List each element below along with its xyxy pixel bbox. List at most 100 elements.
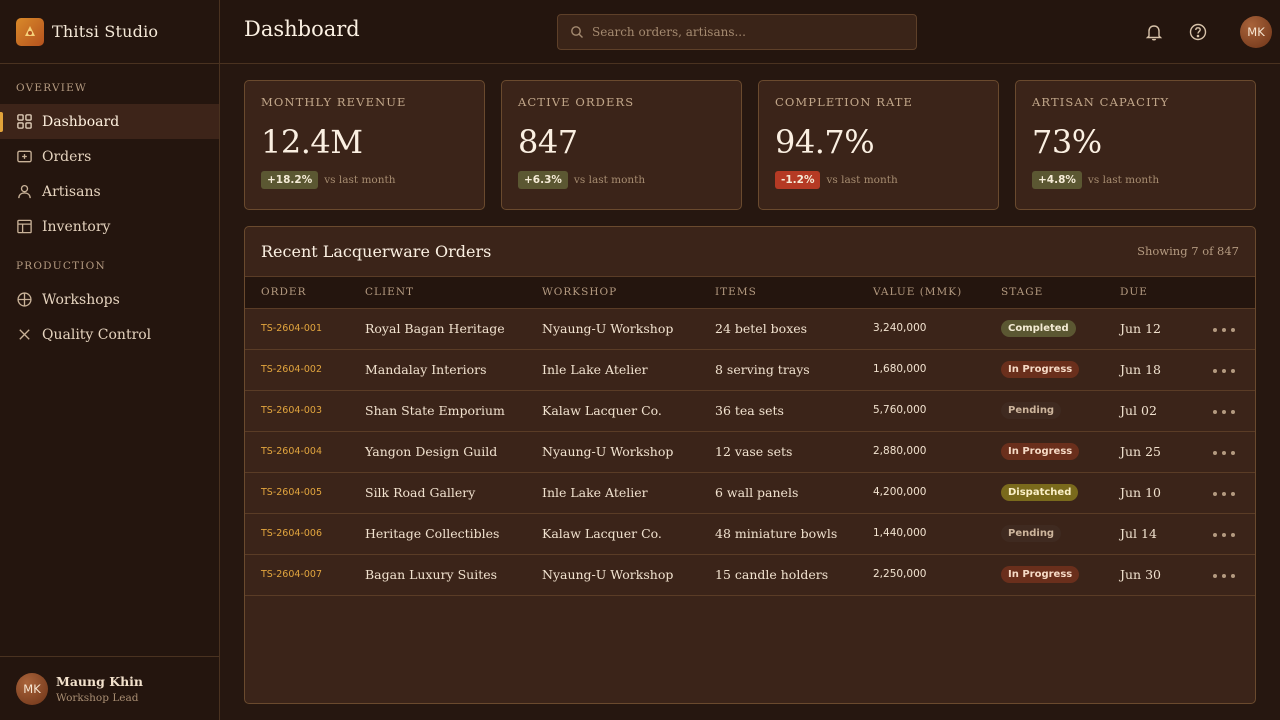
table-row[interactable]: TS-2604-002 Mandalay Interiors Inle Lake… xyxy=(245,350,1255,391)
workshop-cell: Nyaung-U Workshop xyxy=(542,321,674,336)
stat-label: ACTIVE ORDERS xyxy=(518,95,635,109)
table-row[interactable]: TS-2604-006 Heritage Collectibles Kalaw … xyxy=(245,514,1255,555)
client-cell: Yangon Design Guild xyxy=(365,444,498,459)
sidebar-item-workshops[interactable]: Workshops xyxy=(0,282,219,317)
sidebar-item-label: Orders xyxy=(42,148,92,165)
client-cell: Mandalay Interiors xyxy=(365,362,487,377)
due-cell: Jun 18 xyxy=(1120,362,1161,377)
due-cell: Jul 14 xyxy=(1120,526,1157,541)
items-cell: 36 tea sets xyxy=(715,403,784,418)
workshop-cell: Nyaung-U Workshop xyxy=(542,444,674,459)
sidebar-item-label: Quality Control xyxy=(42,326,152,343)
workshop-cell: Kalaw Lacquer Co. xyxy=(542,403,662,418)
sidebar-item-inventory[interactable]: Inventory xyxy=(0,209,219,244)
value-cell: 3,240,000 xyxy=(873,322,927,334)
order-id-link[interactable]: TS-2604-004 xyxy=(261,446,322,457)
sidebar-item-dashboard[interactable]: Dashboard xyxy=(0,104,219,139)
stat-label: MONTHLY REVENUE xyxy=(261,95,407,109)
order-id-link[interactable]: TS-2604-003 xyxy=(261,405,322,416)
more-options-icon[interactable] xyxy=(1213,362,1235,373)
value-cell: 2,880,000 xyxy=(873,445,927,457)
brand[interactable]: Thitsi Studio xyxy=(0,0,219,64)
search-input[interactable] xyxy=(592,25,892,39)
items-cell: 8 serving trays xyxy=(715,362,810,377)
table-header: ORDER CLIENT WORKSHOP ITEMS VALUE (MMK) … xyxy=(245,277,1255,309)
stat-value: 73% xyxy=(1032,123,1102,161)
client-cell: Bagan Luxury Suites xyxy=(365,567,498,582)
more-options-icon[interactable] xyxy=(1213,403,1235,414)
client-cell: Heritage Collectibles xyxy=(365,526,500,541)
user-role: Workshop Lead xyxy=(56,691,139,704)
delta-badge: +4.8% xyxy=(1032,171,1082,189)
delta-note: vs last month xyxy=(573,174,646,186)
column-header-client[interactable]: CLIENT xyxy=(365,286,414,298)
delta-note: vs last month xyxy=(324,174,396,186)
sidebar-item-artisans[interactable]: Artisans xyxy=(0,174,219,209)
due-cell: Jun 10 xyxy=(1120,485,1161,500)
due-cell: Jun 12 xyxy=(1120,321,1161,336)
bell-icon[interactable] xyxy=(1144,22,1164,42)
order-id-link[interactable]: TS-2604-006 xyxy=(261,528,322,539)
delta-note: vs last month xyxy=(826,174,898,186)
order-id-link[interactable]: TS-2604-005 xyxy=(261,487,322,498)
more-options-icon[interactable] xyxy=(1213,567,1235,578)
stat-value: 847 xyxy=(518,123,578,161)
stage-badge: Completed xyxy=(1001,320,1076,337)
order-id-link[interactable]: TS-2604-002 xyxy=(261,364,322,375)
column-header-order[interactable]: ORDER xyxy=(261,286,307,298)
delta-note: vs last month xyxy=(1087,174,1160,186)
column-header-items[interactable]: ITEMS xyxy=(715,286,757,298)
user-name: Maung Khin xyxy=(56,673,143,689)
items-cell: 48 miniature bowls xyxy=(715,526,838,541)
search-box[interactable] xyxy=(557,14,917,50)
header-avatar[interactable]: MK xyxy=(1240,16,1272,48)
value-cell: 1,680,000 xyxy=(873,363,927,375)
stat-card-active-orders: ACTIVE ORDERS 847 +6.3% vs last month xyxy=(501,80,742,210)
table-row[interactable]: TS-2604-001 Royal Bagan Heritage Nyaung-… xyxy=(245,309,1255,350)
table-row[interactable]: TS-2604-004 Yangon Design Guild Nyaung-U… xyxy=(245,432,1255,473)
help-icon[interactable] xyxy=(1188,22,1208,42)
sidebar-item-label: Inventory xyxy=(42,218,111,235)
due-cell: Jun 25 xyxy=(1120,444,1161,459)
more-options-icon[interactable] xyxy=(1213,321,1235,332)
stat-card-revenue: MONTHLY REVENUE 12.4M +18.2% vs last mon… xyxy=(244,80,485,210)
avatar: MK xyxy=(16,672,48,705)
delta-badge: -1.2% xyxy=(775,171,821,189)
due-cell: Jun 30 xyxy=(1120,567,1161,582)
search-icon xyxy=(571,26,583,38)
items-cell: 6 wall panels xyxy=(715,485,799,500)
table-row[interactable]: TS-2604-005 Silk Road Gallery Inle Lake … xyxy=(245,473,1255,514)
delta-badge: +18.2% xyxy=(261,171,319,189)
client-cell: Shan State Emporium xyxy=(365,403,505,418)
nav-section-overview: OVERVIEW xyxy=(16,82,87,94)
panel-title: Recent Lacquerware Orders xyxy=(261,242,492,261)
brand-logo-icon xyxy=(16,17,44,46)
workshop-cell: Kalaw Lacquer Co. xyxy=(542,526,662,541)
more-options-icon[interactable] xyxy=(1213,444,1235,455)
items-cell: 12 vase sets xyxy=(715,444,793,459)
stage-badge: In Progress xyxy=(1001,361,1080,378)
stat-label: COMPLETION RATE xyxy=(775,95,914,109)
header: Dashboard MK xyxy=(220,0,1280,64)
orders-panel: Recent Lacquerware Orders Showing 7 of 8… xyxy=(244,226,1256,704)
grid-icon xyxy=(17,114,32,129)
table-row[interactable]: TS-2604-007 Bagan Luxury Suites Nyaung-U… xyxy=(245,555,1255,596)
delta-badge: +6.3% xyxy=(518,171,568,189)
order-id-link[interactable]: TS-2604-001 xyxy=(261,323,322,334)
column-header-workshop[interactable]: WORKSHOP xyxy=(542,286,617,298)
x-icon xyxy=(19,329,30,340)
order-id-link[interactable]: TS-2604-007 xyxy=(261,569,322,580)
stage-badge: Pending xyxy=(1001,402,1062,419)
column-header-due[interactable]: DUE xyxy=(1120,286,1148,298)
more-options-icon[interactable] xyxy=(1213,485,1235,496)
value-cell: 1,440,000 xyxy=(873,527,927,539)
user-profile[interactable]: MK Maung Khin Workshop Lead xyxy=(0,656,219,720)
table-row[interactable]: TS-2604-003 Shan State Emporium Kalaw La… xyxy=(245,391,1255,432)
sidebar-item-orders[interactable]: Orders xyxy=(0,139,219,174)
more-options-icon[interactable] xyxy=(1213,526,1235,537)
stage-badge: Dispatched xyxy=(1001,484,1079,501)
sidebar-item-quality-control[interactable]: Quality Control xyxy=(0,317,219,352)
column-header-stage[interactable]: STAGE xyxy=(1001,286,1043,298)
column-header-value[interactable]: VALUE (MMK) xyxy=(873,286,962,298)
page-title: Dashboard xyxy=(244,17,360,41)
